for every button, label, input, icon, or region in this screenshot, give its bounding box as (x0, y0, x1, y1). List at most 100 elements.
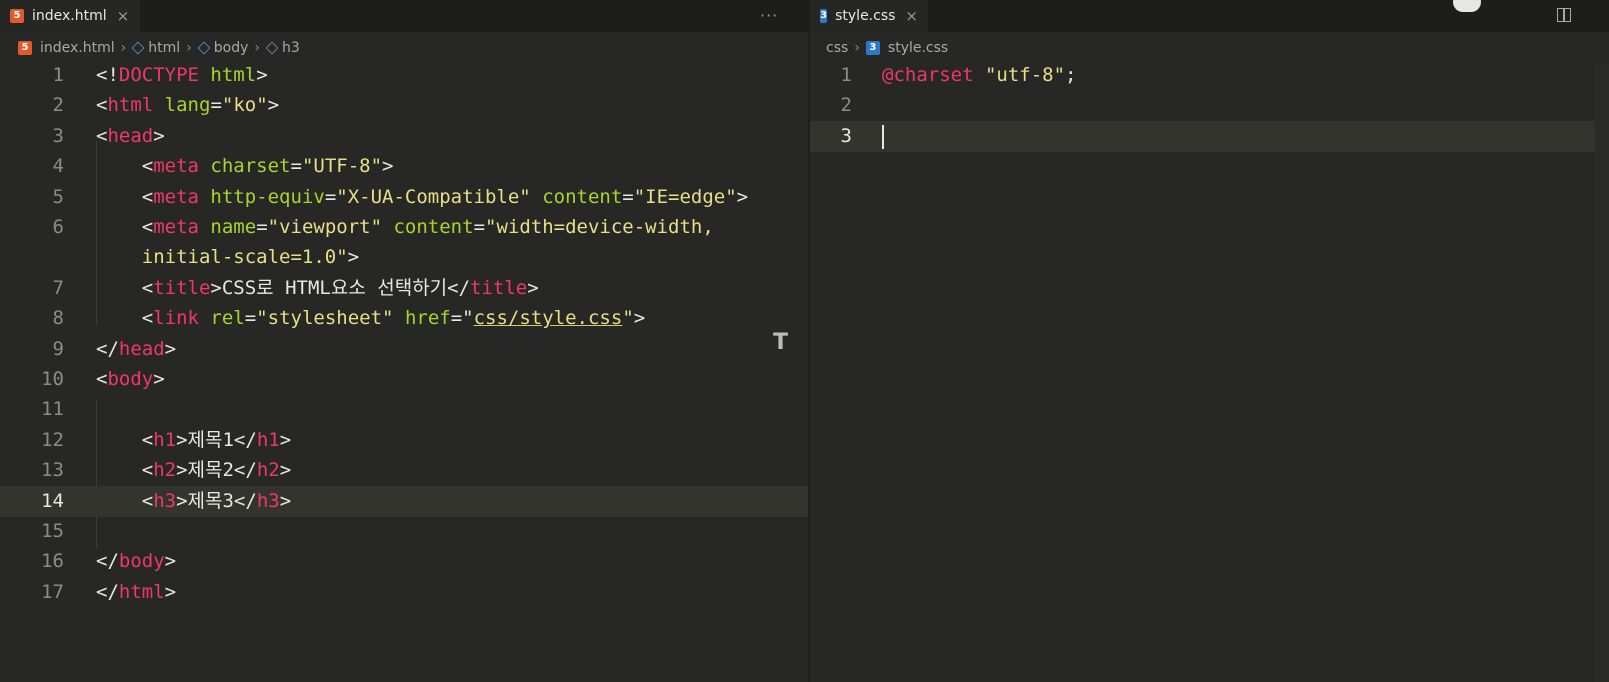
code-token: h3 (256, 489, 280, 512)
code-line[interactable]: 6 <meta name="viewport" content="width=d… (0, 212, 808, 243)
code-token: head (107, 124, 154, 147)
code-text: <meta charset="UTF-8"> (96, 151, 394, 182)
close-icon[interactable]: × (905, 7, 918, 25)
code-line[interactable]: 2 (810, 90, 1609, 121)
split-editor-icon[interactable] (1557, 8, 1571, 22)
code-token: content (542, 185, 623, 208)
code-token: > (164, 580, 177, 603)
line-number: 8 (52, 307, 64, 330)
code-token: < (96, 216, 154, 238)
code-line[interactable]: 9 </head> (0, 334, 808, 365)
code-line[interactable]: 1 <!DOCTYPE html> (0, 60, 808, 91)
code-token: title (153, 276, 211, 299)
code-token: name (210, 216, 257, 238)
code-line[interactable]: 3 <head> (0, 121, 808, 152)
code-token: meta (153, 185, 199, 208)
code-line[interactable]: 7 <title>CSS로 HTML요소 선택하기</title> (0, 273, 808, 304)
css3-icon: 3 (865, 41, 880, 55)
line-number: 14 (41, 489, 64, 512)
code-token: < (96, 368, 108, 390)
code-token: = (622, 185, 634, 208)
line-number: 17 (41, 580, 64, 603)
code-token: meta (153, 216, 199, 238)
code-line[interactable]: 4 <meta charset="UTF-8"> (0, 151, 808, 182)
tab-bar: 3 style.css × (810, 0, 1609, 32)
code-text: <meta name="viewport" content="width=dev… (96, 212, 714, 243)
code-token: = (244, 307, 257, 330)
code-line[interactable]: 2 <html lang="ko"> (0, 90, 808, 121)
code-token: html (210, 64, 257, 86)
code-token: > (279, 428, 292, 451)
scrollbar[interactable] (1595, 64, 1609, 682)
line-number: 15 (41, 520, 64, 542)
code-token: head (118, 337, 165, 360)
code-token: html (107, 94, 154, 117)
code-line[interactable]: 17 </html> (0, 577, 808, 608)
breadcrumb-item-h3[interactable]: h3 (282, 40, 300, 56)
more-actions-icon[interactable]: ··· (760, 6, 778, 25)
text-cursor-icon: T (773, 330, 789, 355)
code-text: <h1>제목1</h1> (96, 425, 291, 456)
line-number: 4 (52, 155, 64, 178)
code-token: > (347, 246, 360, 269)
text-cursor (882, 124, 884, 149)
code-token: "utf-8" (984, 64, 1066, 86)
code-token: "X-UA-Compatible" (336, 185, 531, 208)
code-token: =" (450, 307, 474, 330)
element-icon (265, 41, 279, 55)
code-token: h2 (256, 459, 280, 482)
code-line[interactable]: 14 <h3>제목3</h3> (0, 485, 808, 517)
code-text: initial-scale=1.0"> (96, 242, 359, 273)
code-text: <body> (96, 364, 165, 395)
code-editor[interactable]: 1 @charset "utf-8"; 2 3 (810, 64, 1609, 682)
code-line[interactable]: 8 <link rel="stylesheet" href="css/style… (0, 303, 808, 334)
code-token: content (393, 216, 474, 238)
line-number: 9 (52, 337, 64, 360)
tab-bar: 5 index.html × ··· (0, 0, 808, 32)
line-number: 7 (52, 276, 64, 299)
breadcrumb-item-html[interactable]: html (148, 40, 180, 56)
code-token: "UTF-8" (301, 155, 383, 178)
code-editor[interactable]: 1 <!DOCTYPE html> 2 <html lang="ko"> 3 <head>… (0, 64, 808, 682)
breadcrumb-item-body[interactable]: body (214, 40, 249, 56)
close-icon[interactable]: × (117, 7, 130, 25)
code-line[interactable]: 11 (0, 394, 808, 425)
breadcrumb-item-file[interactable]: style.css (888, 40, 948, 56)
code-token: lang (164, 94, 211, 117)
code-token: h3 (153, 489, 177, 512)
code-token: < (96, 459, 154, 482)
code-line[interactable]: initial-scale=1.0"> (0, 242, 808, 273)
code-token: >제목2</ (176, 459, 257, 482)
code-line[interactable]: 10 <body> (0, 364, 808, 395)
code-line[interactable]: 13 <h2>제목2</h2> (0, 455, 808, 486)
code-text: <h3>제목3</h3> (96, 486, 291, 517)
code-token: < (96, 307, 154, 330)
code-token: > (736, 185, 749, 208)
code-token: h1 (153, 428, 177, 451)
code-line[interactable]: 3 (810, 120, 1609, 152)
code-line[interactable]: 15 (0, 516, 808, 547)
line-number: 13 (41, 459, 64, 482)
code-text: <html lang="ko"> (96, 90, 279, 121)
code-line[interactable]: 5 <meta http-equiv="X-UA-Compatible" con… (0, 182, 808, 213)
code-token: = (324, 185, 337, 208)
tab-style-css[interactable]: 3 style.css × (810, 0, 928, 32)
code-line[interactable]: 1 @charset "utf-8"; (810, 60, 1609, 91)
code-line[interactable]: 12 <h1>제목1</h1> (0, 425, 808, 456)
code-line[interactable]: 16 </body> (0, 546, 808, 577)
code-text: </head> (96, 334, 176, 365)
tab-index-html[interactable]: 5 index.html × (0, 0, 140, 32)
code-token: body (107, 368, 154, 390)
line-number: 3 (840, 124, 852, 147)
breadcrumb-item-folder[interactable]: css (826, 40, 848, 56)
code-token: href (404, 307, 451, 330)
breadcrumb-item-file[interactable]: index.html (40, 40, 115, 56)
chevron-right-icon: › (120, 40, 127, 56)
line-number: 16 (41, 550, 64, 573)
code-token: DOCTYPE (118, 64, 199, 86)
code-token: < (96, 185, 154, 208)
